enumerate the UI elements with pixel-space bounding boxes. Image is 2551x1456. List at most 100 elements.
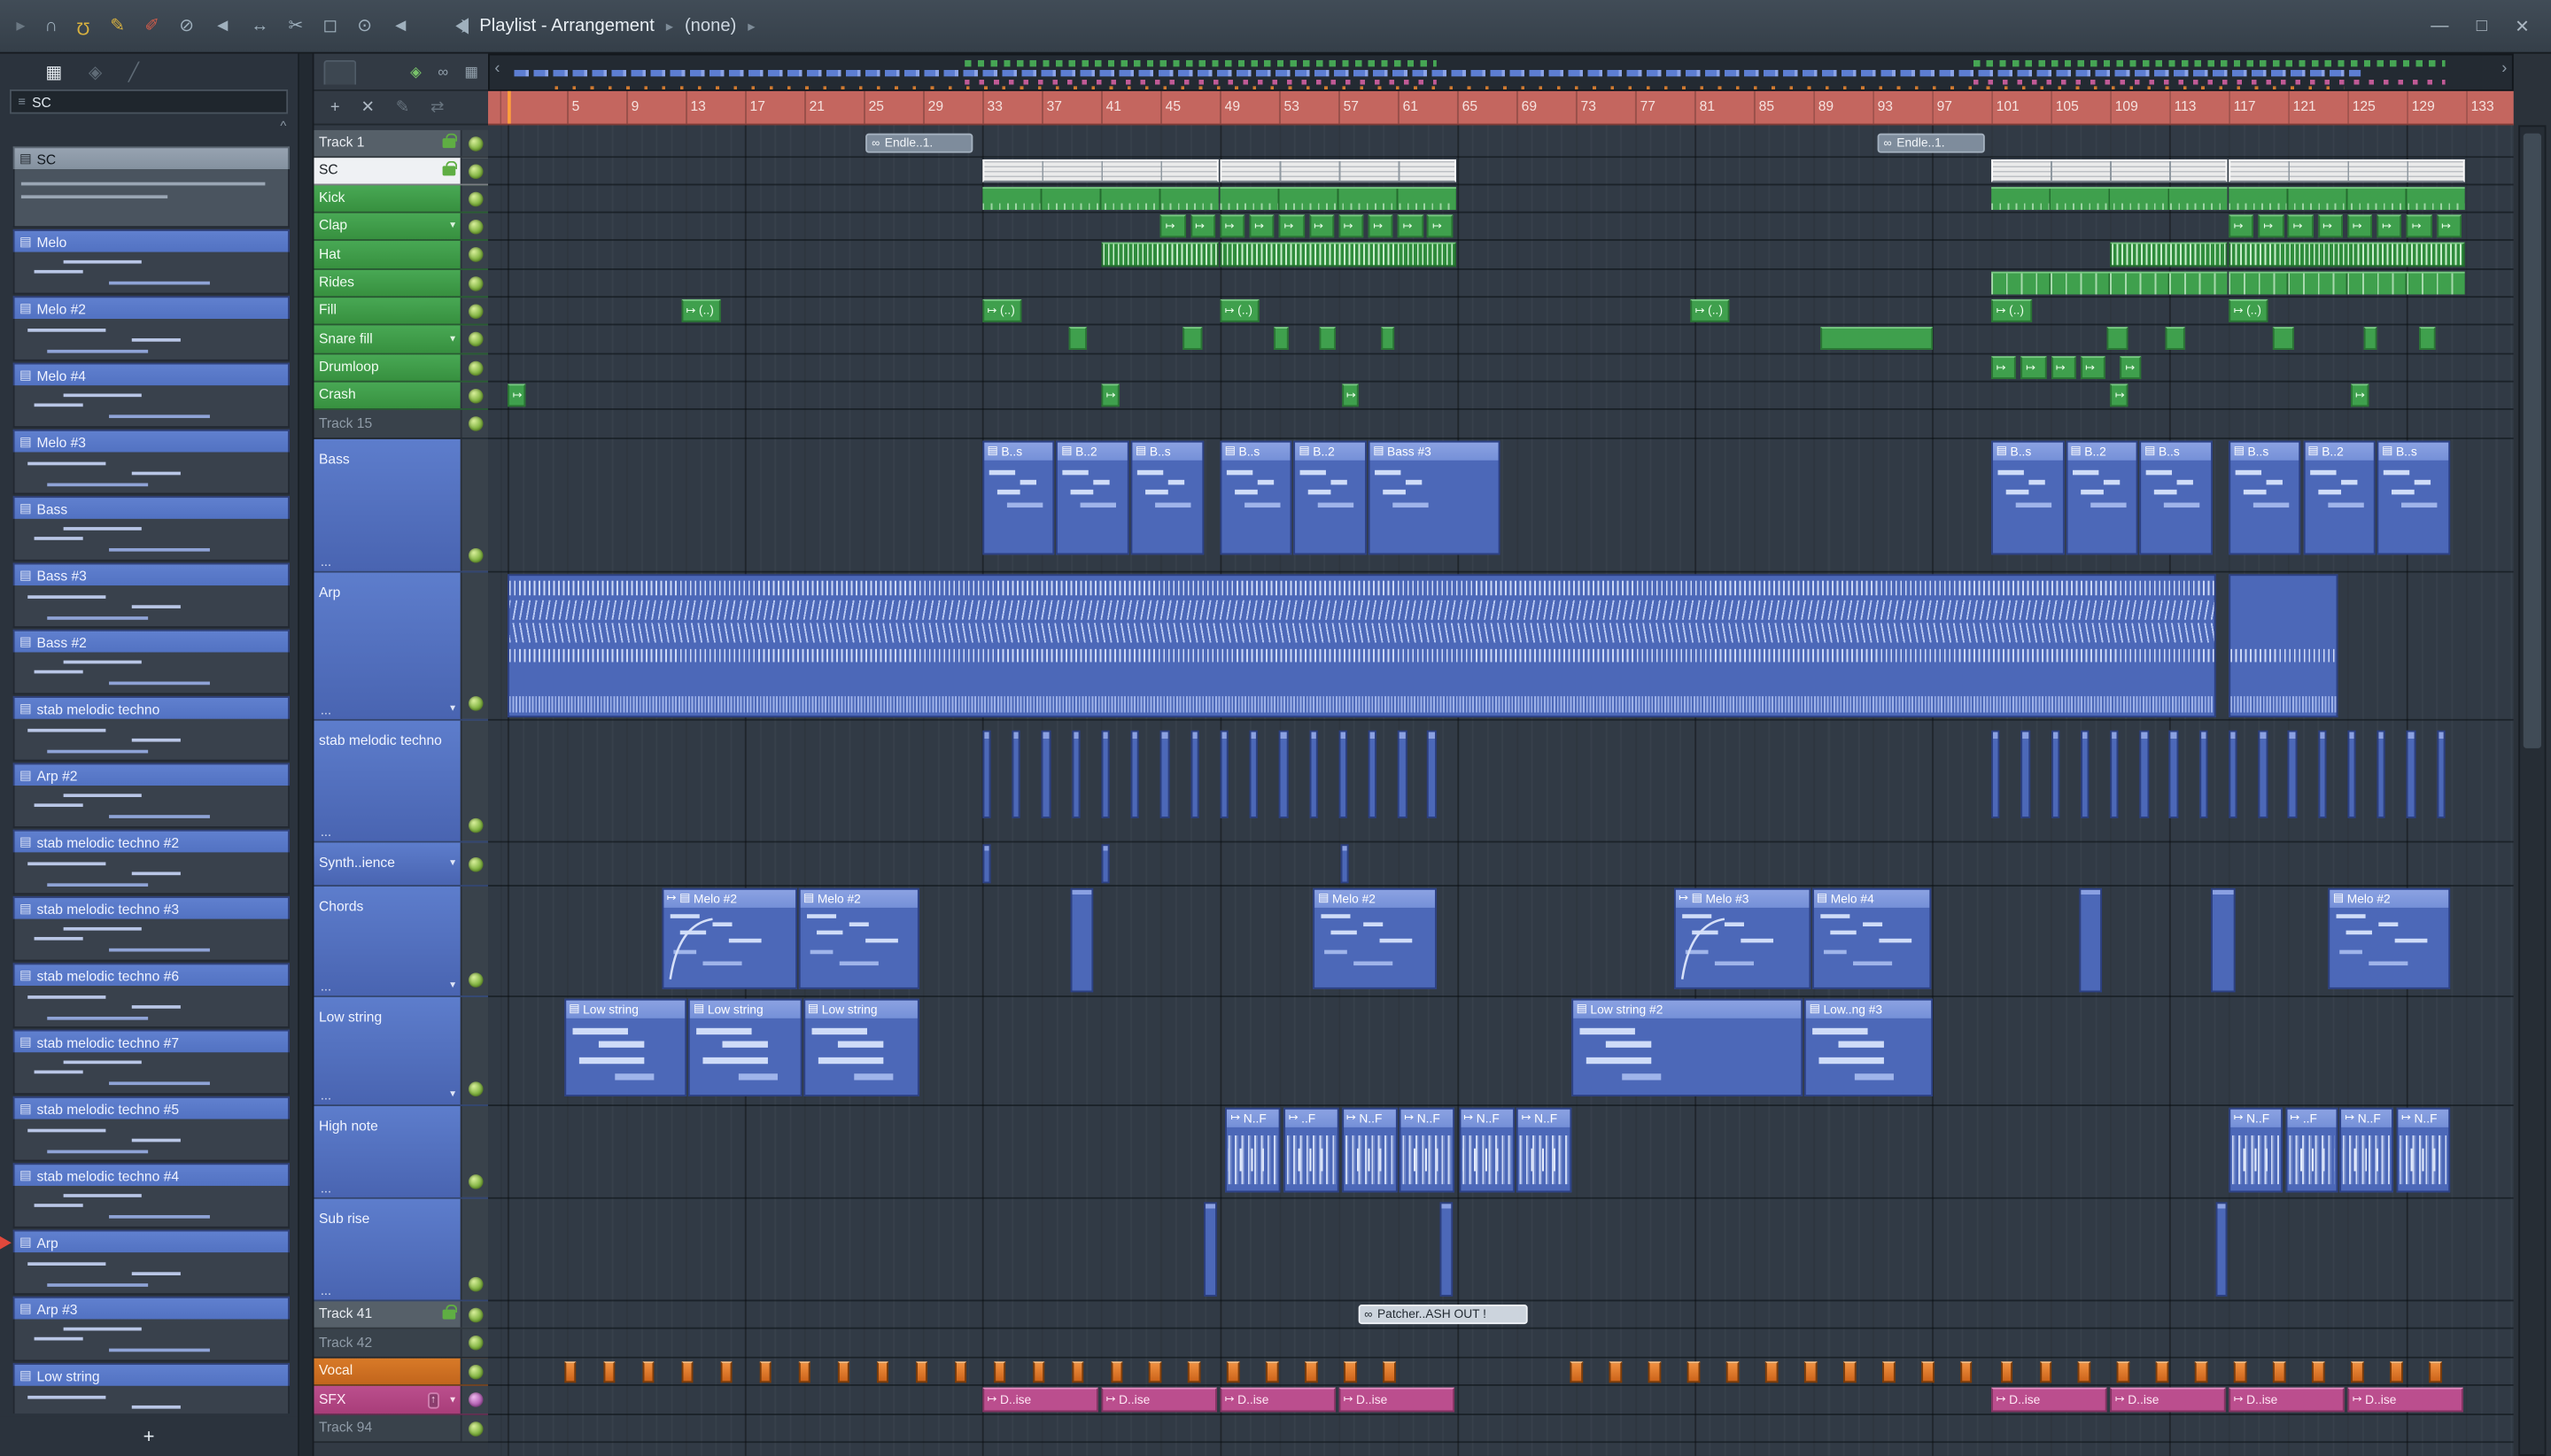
clip-orange[interactable] xyxy=(1959,1361,1973,1383)
clip-orange[interactable] xyxy=(1110,1361,1123,1383)
clip-patcher-ash-out[interactable]: ∞ Patcher..ASH OUT ! xyxy=(1357,1305,1529,1325)
clip-garrow[interactable]: ↦ xyxy=(1101,383,1120,407)
lane-synth-ience[interactable] xyxy=(488,842,2514,887)
clip-thin[interactable] xyxy=(1339,844,1349,884)
track-name-area[interactable]: SFX ↑ ▼ xyxy=(314,1386,460,1413)
clip-cols[interactable] xyxy=(2198,730,2208,818)
clip-b-2[interactable]: ▤ B..2 xyxy=(1056,440,1129,555)
track-header-chords[interactable]: Chords ▼... xyxy=(314,887,489,997)
clip-x[interactable]: ↦ (..) xyxy=(1991,298,2032,322)
lane-kick[interactable] xyxy=(488,185,2514,213)
track-name-area[interactable]: Sub rise... xyxy=(314,1199,460,1300)
bar-ruler[interactable]: 5 9 13 17 21 25 29 33 37 41 45 49 53 57 61 65 69 73 77 81 85… xyxy=(488,90,2514,126)
clip-garrow[interactable]: ↦ xyxy=(2080,356,2105,379)
dropdown-icon[interactable]: ▼ xyxy=(448,221,457,231)
clip-cols[interactable] xyxy=(2169,730,2178,818)
clip-white[interactable] xyxy=(1220,159,1456,182)
edit-icon[interactable]: ✎ xyxy=(396,98,409,116)
clip-thin[interactable] xyxy=(1101,844,1110,884)
clip-orange[interactable] xyxy=(915,1361,928,1383)
up-arrow-icon[interactable]: ↑ xyxy=(427,1391,439,1408)
track-header-high-note[interactable]: High note... xyxy=(314,1105,489,1199)
headphones-icon[interactable]: ∩ xyxy=(45,16,58,35)
clip-cols[interactable] xyxy=(2080,730,2090,818)
clip-cols[interactable] xyxy=(2407,730,2416,818)
clip-orange[interactable] xyxy=(602,1361,616,1383)
clip-melo-4[interactable]: ▤ Melo #4 xyxy=(1811,887,1932,989)
clip-cols[interactable] xyxy=(2139,730,2149,818)
clip-garrow[interactable]: ↦ xyxy=(2120,356,2142,379)
clip-cols[interactable] xyxy=(1220,730,1229,818)
clip-garrow[interactable]: ↦ xyxy=(1991,356,2017,379)
clip-orange[interactable] xyxy=(837,1361,850,1383)
grid-view-icon[interactable]: ▦ xyxy=(464,63,478,81)
clip-garrow[interactable]: ↦ xyxy=(2020,356,2046,379)
track-name-area[interactable]: Track 41 xyxy=(314,1301,460,1327)
track-name-area[interactable]: stab melodic techno... xyxy=(314,721,460,841)
pattern-item-stab-melodic-techno[interactable]: ▤ stab melodic techno xyxy=(12,696,290,762)
clip-ghatch[interactable] xyxy=(2229,242,2465,267)
clip-cols[interactable] xyxy=(1071,730,1081,818)
clip-thin2[interactable] xyxy=(1069,887,1094,993)
lane-stab-melodic-techno[interactable] xyxy=(488,721,2514,843)
crumb-arrow-icon[interactable]: ▸ xyxy=(748,17,755,35)
clip-cols[interactable] xyxy=(982,730,991,818)
clip-n-f[interactable]: ↦ N..F xyxy=(2339,1107,2393,1193)
clip-orange[interactable] xyxy=(993,1361,1006,1383)
timeline-overview-scrollbar[interactable]: ‹ › xyxy=(488,53,2514,91)
clip-gblock[interactable] xyxy=(2273,327,2294,350)
clip-b-2[interactable]: ▤ B..2 xyxy=(1293,440,1367,555)
track-header-drumloop[interactable]: Drumloop xyxy=(314,354,489,383)
clip-orange[interactable] xyxy=(1227,1361,1240,1383)
clip-cols[interactable] xyxy=(1160,730,1170,818)
track-name-area[interactable]: Crash xyxy=(314,383,460,408)
track-header-vocal[interactable]: Vocal xyxy=(314,1358,489,1386)
add-pattern-plus[interactable]: + xyxy=(143,1425,155,1448)
clip-b-s[interactable]: ▤ B..s xyxy=(1130,440,1204,555)
clip-gsolid[interactable] xyxy=(982,187,1219,210)
dropdown-icon[interactable]: ▼ xyxy=(448,1395,457,1405)
lane-track-15[interactable] xyxy=(488,410,2514,439)
pattern-item-bass[interactable]: ▤ Bass xyxy=(12,496,290,561)
clip-orange[interactable] xyxy=(680,1361,694,1383)
clip-orange[interactable] xyxy=(1032,1361,1045,1383)
clip-arp[interactable] xyxy=(508,574,2215,717)
lane-track-41[interactable]: ∞ Patcher..ASH OUT ! xyxy=(488,1301,2514,1329)
dropdown-icon[interactable]: ▼ xyxy=(448,334,457,344)
track-more-label[interactable]: ... xyxy=(321,1088,331,1104)
clip-b-s[interactable]: ▤ B..s xyxy=(2139,440,2213,555)
clip-orange[interactable] xyxy=(1881,1361,1896,1383)
track-header-sub-rise[interactable]: Sub rise... xyxy=(314,1198,489,1302)
lane-sub-rise[interactable] xyxy=(488,1199,2514,1302)
clip-cols[interactable] xyxy=(2317,730,2327,818)
clip-orange[interactable] xyxy=(1149,1361,1162,1383)
clip-cols[interactable] xyxy=(1991,730,2001,818)
clip-garrow[interactable]: ↦ xyxy=(1338,214,1364,238)
track-mute-led[interactable] xyxy=(468,219,483,234)
clip-gblock[interactable] xyxy=(2106,327,2128,350)
clip-orange[interactable] xyxy=(1686,1361,1700,1383)
clip-thin3[interactable] xyxy=(1438,1202,1453,1297)
track-header-track-1[interactable]: Track 1 xyxy=(314,129,489,159)
clip-x[interactable]: ↦ (..) xyxy=(2229,298,2269,322)
clip-garrow[interactable]: ↦ xyxy=(1190,214,1215,238)
clip-garrow[interactable]: ↦ xyxy=(1220,214,1245,238)
clip-cols[interactable] xyxy=(2229,730,2238,818)
clip-thin2[interactable] xyxy=(2211,887,2235,993)
track-more-label[interactable]: ... xyxy=(321,702,331,717)
clip-n-f[interactable]: ↦ N..F xyxy=(2229,1107,2283,1193)
pattern-item-stab-melodic-techno-6[interactable]: ▤ stab melodic techno #6 xyxy=(12,963,290,1028)
track-name-area[interactable]: Snare fill ▼ xyxy=(314,325,460,352)
clip-thin[interactable] xyxy=(982,844,991,884)
clip-cols[interactable] xyxy=(2258,730,2268,818)
track-header-sc[interactable]: SC xyxy=(314,158,489,186)
track-name-area[interactable]: Synth..ience ▼ xyxy=(314,842,460,885)
track-header-track-42[interactable]: Track 42 xyxy=(314,1328,489,1359)
clip-ghatch[interactable] xyxy=(1101,242,1219,267)
lock-icon[interactable] xyxy=(442,1304,457,1320)
clip-garrow[interactable]: ↦ xyxy=(1308,214,1334,238)
track-mute-led[interactable] xyxy=(468,972,483,987)
clip-b-s[interactable]: ▤ B..s xyxy=(1220,440,1293,555)
clip-garrow[interactable]: ↦ xyxy=(1427,214,1453,238)
track-name-area[interactable]: Bass... xyxy=(314,439,460,571)
